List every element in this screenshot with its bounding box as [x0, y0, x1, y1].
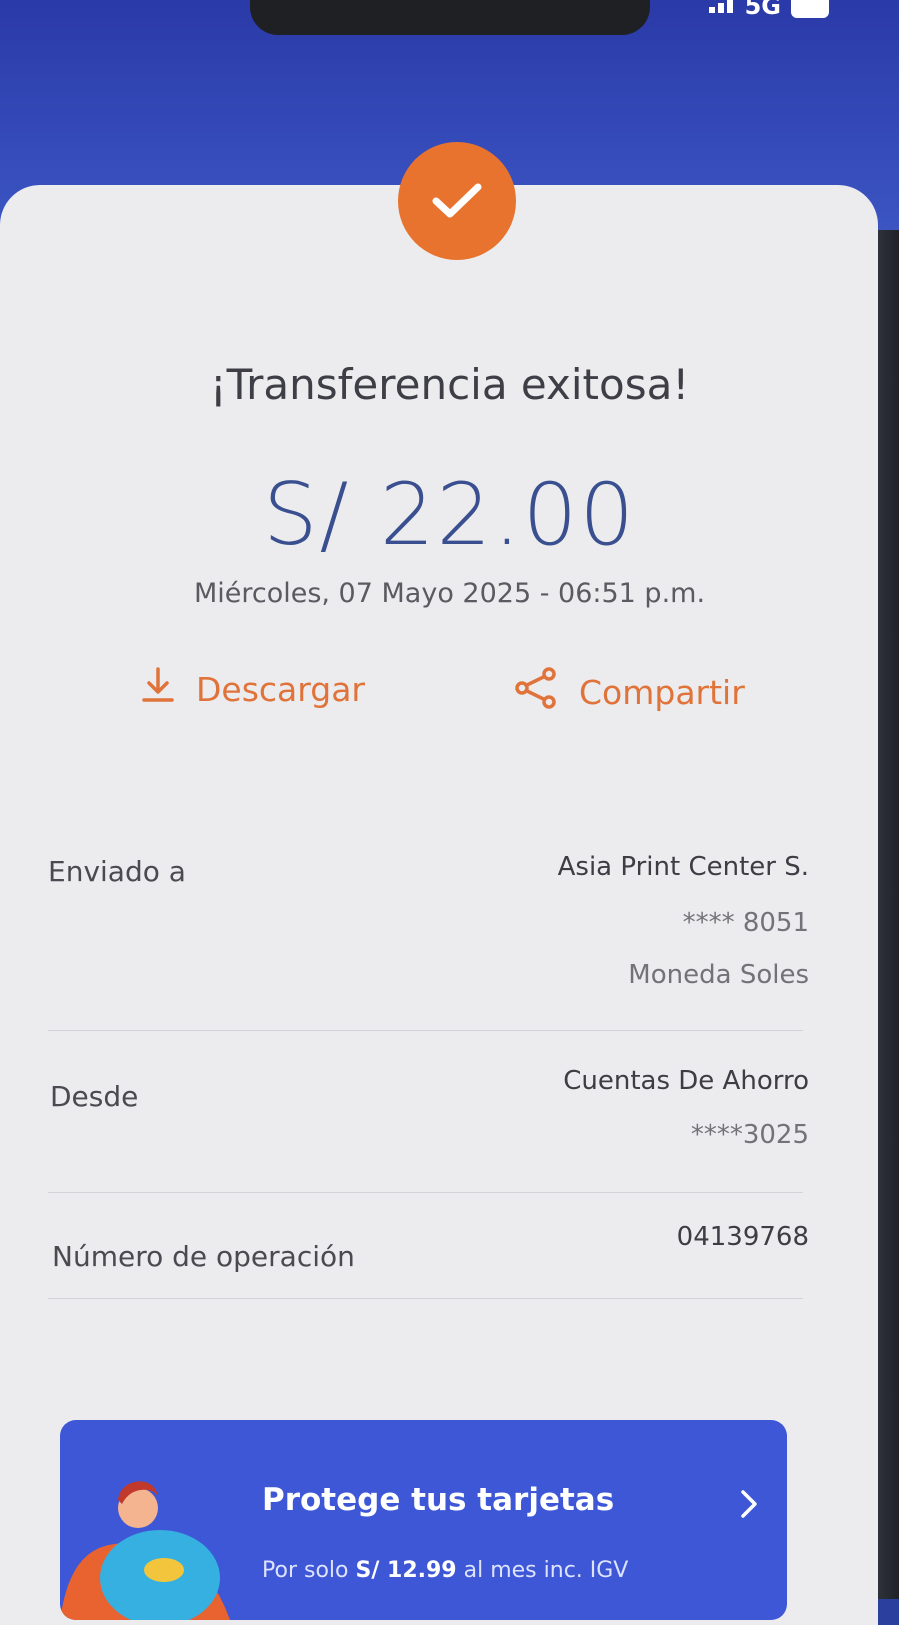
- recipient-name: Asia Print Center S.: [557, 852, 809, 882]
- share-icon: [513, 665, 559, 719]
- divider: [48, 1298, 803, 1299]
- sent-to-label: Enviado a: [48, 855, 186, 888]
- divider: [48, 1192, 803, 1193]
- promo-subtitle-suffix: al mes inc. IGV: [463, 1558, 629, 1583]
- divider: [48, 1030, 803, 1031]
- download-icon: [140, 665, 176, 713]
- superhero-illustration: [60, 1470, 230, 1620]
- source-account-type: Cuentas De Ahorro: [563, 1066, 809, 1096]
- protect-cards-banner[interactable]: Protege tus tarjetas Por solo S/ 12.99 a…: [60, 1420, 787, 1620]
- signal-icon: [708, 0, 735, 13]
- chevron-right-icon: [739, 1488, 759, 1528]
- recipient-account: **** 8051: [682, 908, 809, 938]
- download-label: Descargar: [196, 669, 365, 709]
- download-button[interactable]: Descargar: [140, 665, 365, 713]
- transfer-amount: S/ 22.00: [262, 465, 637, 565]
- battery-icon: [791, 0, 829, 18]
- transfer-datetime: Miércoles, 07 Mayo 2025 - 06:51 p.m.: [193, 578, 706, 609]
- phone-notch: [250, 0, 650, 35]
- operation-number: 04139768: [676, 1222, 809, 1252]
- operation-number-label: Número de operación: [52, 1240, 355, 1273]
- status-bar: 5G: [708, 0, 829, 20]
- promo-title: Protege tus tarjetas: [262, 1482, 615, 1518]
- success-check-icon: [398, 142, 516, 260]
- from-label: Desde: [50, 1080, 139, 1113]
- source-account: ****3025: [690, 1120, 809, 1150]
- network-label: 5G: [744, 0, 781, 20]
- page-title: ¡Transferencia exitosa!: [209, 360, 690, 409]
- promo-price: S/ 12.99: [355, 1558, 457, 1583]
- share-label: Compartir: [579, 672, 745, 712]
- promo-subtitle: Por solo S/ 12.99 al mes inc. IGV: [262, 1558, 628, 1583]
- recipient-currency: Moneda Soles: [628, 960, 809, 990]
- promo-subtitle-prefix: Por solo: [262, 1558, 349, 1583]
- share-button[interactable]: Compartir: [513, 665, 745, 719]
